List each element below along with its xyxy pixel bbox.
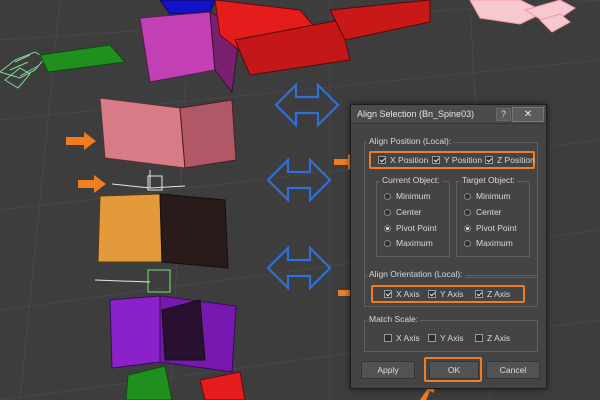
thigh-bone-red — [199, 371, 246, 400]
current-center-label: Center — [396, 207, 422, 217]
spine02-bone-dark — [159, 193, 229, 269]
dialog-title: Align Selection (Bn_Spine03) — [357, 109, 475, 119]
z-axis-orientation-checkbox[interactable] — [475, 290, 483, 298]
z-position-checkbox[interactable] — [485, 156, 493, 164]
current-maximum-label: Maximum — [396, 238, 433, 248]
target-center-label: Center — [476, 207, 502, 217]
current-maximum-radio[interactable] — [384, 240, 391, 247]
align-selection-dialog: Align Selection (Bn_Spine03) ? ✕ Align P… — [350, 104, 547, 389]
pelvis-bone-green — [125, 365, 173, 400]
x-position-checkbox[interactable] — [378, 156, 386, 164]
z-position-label: Z Position — [497, 155, 535, 165]
target-minimum-radio[interactable] — [464, 193, 471, 200]
orange-arrow-icon-spine03 — [66, 132, 96, 150]
spine01-bone-purple — [109, 295, 161, 369]
z-axis-scale-label: Z Axis — [487, 333, 511, 343]
current-pivot-point-radio[interactable] — [384, 225, 391, 232]
ok-button-highlight — [424, 357, 482, 382]
y-axis-scale-label: Y Axis — [440, 333, 464, 343]
y-axis-scale-checkbox[interactable] — [428, 334, 436, 342]
align-position-label: Align Position (Local): — [367, 136, 454, 146]
x-axis-orientation-label: X Axis — [396, 289, 420, 299]
match-scale-label: Match Scale: — [367, 314, 421, 324]
y-axis-orientation-label: Y Axis — [440, 289, 464, 299]
target-maximum-label: Maximum — [476, 238, 513, 248]
align-orientation-label: Align Orientation (Local): — [367, 269, 465, 279]
y-position-checkbox[interactable] — [432, 156, 440, 164]
current-minimum-radio[interactable] — [384, 193, 391, 200]
z-axis-orientation-label: Z Axis — [487, 289, 511, 299]
target-minimum-label: Minimum — [476, 191, 511, 201]
orange-arrow-icon-gizmo — [78, 175, 106, 193]
x-axis-scale-label: X Axis — [396, 333, 420, 343]
current-center-radio[interactable] — [384, 209, 391, 216]
current-object-label: Current Object: — [380, 175, 442, 185]
pivot-gizmo-1 — [111, 170, 186, 191]
target-pivot-point-label: Pivot Point — [476, 223, 517, 233]
double-arrow-icon-3 — [266, 245, 332, 291]
spine03-bone-pink — [99, 97, 186, 169]
y-position-label: Y Position — [444, 155, 483, 165]
target-object-label: Target Object: — [460, 175, 517, 185]
apply-button[interactable]: Apply — [361, 361, 415, 379]
left-hand-wireframe — [0, 51, 46, 89]
current-pivot-point-label: Pivot Point — [396, 223, 437, 233]
close-button[interactable]: ✕ — [512, 107, 544, 122]
dialog-titlebar[interactable]: Align Selection (Bn_Spine03) ? ✕ — [351, 105, 546, 124]
x-position-label: X Position — [390, 155, 429, 165]
upperarm-bone-green — [39, 44, 126, 73]
current-minimum-label: Minimum — [396, 191, 431, 201]
target-center-radio[interactable] — [464, 209, 471, 216]
z-axis-scale-checkbox[interactable] — [475, 334, 483, 342]
spine-bone-magenta — [139, 11, 216, 83]
target-maximum-radio[interactable] — [464, 240, 471, 247]
cancel-button[interactable]: Cancel — [486, 361, 540, 379]
target-pivot-point-radio[interactable] — [464, 225, 471, 232]
spine02-bone-orange — [97, 193, 163, 263]
x-axis-scale-checkbox[interactable] — [384, 334, 392, 342]
x-axis-orientation-checkbox[interactable] — [384, 290, 392, 298]
y-axis-orientation-checkbox[interactable] — [428, 290, 436, 298]
spine03-bone-pink-side — [179, 99, 237, 169]
help-button[interactable]: ? — [496, 108, 511, 121]
double-arrow-icon-2 — [266, 157, 332, 203]
spine01-bone-inner — [161, 299, 206, 361]
right-upperarm-red — [329, 0, 431, 41]
right-hand-wireframe — [469, 0, 576, 33]
